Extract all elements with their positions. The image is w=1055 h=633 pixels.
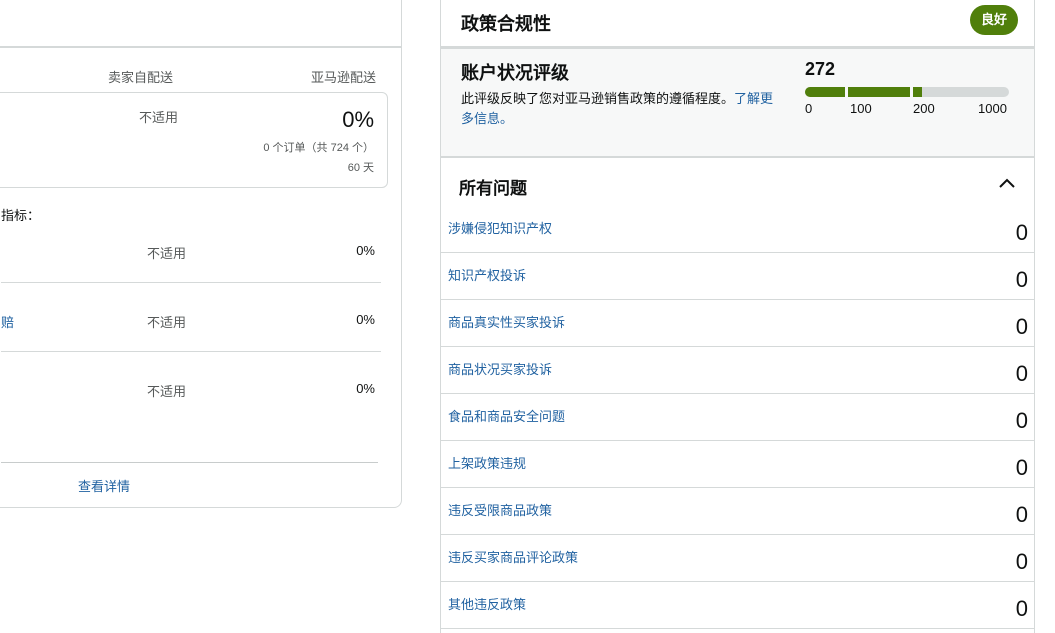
issue-link[interactable]: 食品和商品安全问题	[448, 406, 565, 425]
bar-segment-gap	[845, 87, 848, 97]
score-tick: 1000	[978, 101, 1007, 116]
panel-header: 政策合规性 良好	[441, 0, 1034, 48]
sub-metric-row: 赔 不适用 0%	[1, 312, 381, 381]
issue-row: 违反买家商品评论政策 0	[441, 535, 1034, 582]
health-rating-description: 此评级反映了您对亚马逊销售政策的遵循程度。了解更多信息。	[461, 91, 774, 126]
policy-compliance-panel: 政策合规性 良好 账户状况评级 此评级反映了您对亚马逊销售政策的遵循程度。了解更…	[440, 0, 1035, 633]
issue-link[interactable]: 违反买家商品评论政策	[448, 547, 578, 566]
issue-row: 涉嫌侵犯知识产权 0	[441, 206, 1034, 253]
all-issues-title: 所有问题	[459, 179, 527, 198]
health-rating-title: 账户状况评级	[461, 63, 569, 83]
issue-count: 0	[1015, 455, 1028, 480]
issue-count: 0	[1015, 408, 1028, 433]
column-header-seller-fulfilled: 卖家自配送	[108, 70, 174, 85]
issue-count: 0	[1015, 596, 1028, 621]
health-score: 272	[805, 59, 836, 79]
time-window: 60 天	[347, 162, 374, 174]
issue-row: 商品状况买家投诉 0	[441, 347, 1034, 394]
issue-count: 0	[1015, 361, 1028, 386]
issue-link[interactable]: 商品真实性买家投诉	[448, 312, 565, 331]
column-header-amazon-fulfilled: 亚马逊配送	[311, 70, 377, 85]
issue-link[interactable]: 知识产权投诉	[448, 265, 526, 284]
sub-metric-seller-value: 不适用	[147, 384, 187, 399]
issue-count: 0	[1015, 549, 1028, 574]
shipping-performance-panel: 卖家自配送 亚马逊配送 不适用 0% 0 个订单（共 724 个） 60 天 指…	[0, 0, 402, 508]
sub-metrics-title: 指标：	[1, 208, 41, 223]
order-count: 0 个订单（共 724 个）	[263, 142, 374, 154]
amazon-metric-value: 0%	[342, 107, 374, 132]
issue-link[interactable]: 上架政策违规	[448, 453, 526, 472]
sub-metric-amazon-value: 0%	[356, 243, 375, 258]
health-score-bar	[805, 87, 1009, 97]
health-score-fill	[805, 87, 922, 97]
score-tick: 200	[913, 101, 935, 116]
issue-count: 0	[1015, 220, 1028, 245]
account-health-rating: 账户状况评级 此评级反映了您对亚马逊销售政策的遵循程度。了解更多信息。 272 …	[441, 46, 1034, 158]
sub-metric-name[interactable]: 赔	[1, 312, 14, 331]
issue-row: 其他违反政策 0	[441, 582, 1034, 629]
sub-metric-row: 不适用 0%	[1, 243, 381, 312]
issue-link[interactable]: 商品状况买家投诉	[448, 359, 552, 378]
issue-count: 0	[1015, 314, 1028, 339]
sub-metric-seller-value: 不适用	[147, 246, 187, 261]
sub-metric-amazon-value: 0%	[356, 312, 375, 327]
score-tick: 0	[805, 101, 813, 116]
issue-count: 0	[1015, 502, 1028, 527]
issue-row: 商品真实性买家投诉 0	[441, 300, 1034, 347]
issue-row: 上架政策违规 0	[441, 441, 1034, 488]
score-tick: 100	[850, 101, 872, 116]
issue-count: 0	[1015, 267, 1028, 292]
panel-footer-divider	[1, 462, 378, 463]
issue-link[interactable]: 违反受限商品政策	[448, 500, 552, 519]
view-details-link[interactable]: 查看详情	[78, 476, 130, 495]
row-divider	[1, 282, 381, 283]
sub-metric-row: 不适用 0%	[1, 381, 381, 450]
all-issues-header[interactable]: 所有问题	[441, 158, 1034, 206]
issue-link[interactable]: 涉嫌侵犯知识产权	[448, 218, 552, 237]
issue-row: 知识产权投诉 0	[441, 253, 1034, 300]
metric-summary-card: 不适用 0% 0 个订单（共 724 个） 60 天	[0, 92, 388, 188]
chevron-up-icon[interactable]	[998, 176, 1016, 190]
panel-divider	[0, 46, 401, 48]
row-divider	[1, 351, 381, 352]
status-badge: 良好	[970, 5, 1018, 35]
bar-segment-gap	[910, 87, 913, 97]
panel-title: 政策合规性	[461, 14, 551, 34]
sub-metric-seller-value: 不适用	[147, 315, 187, 330]
issue-row: 食品和商品安全问题 0	[441, 394, 1034, 441]
issue-row: 违反受限商品政策 0	[441, 488, 1034, 535]
issue-link[interactable]: 其他违反政策	[448, 594, 526, 613]
sub-metric-amazon-value: 0%	[356, 381, 375, 396]
seller-metric-value: 不适用	[139, 110, 179, 125]
